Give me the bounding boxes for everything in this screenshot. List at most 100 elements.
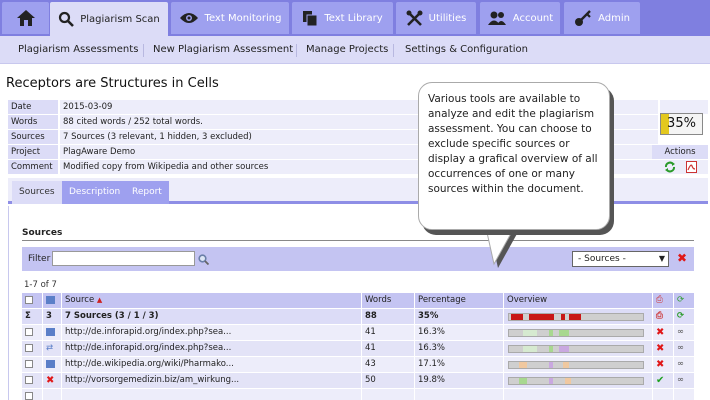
row-overview-cell [504,325,652,340]
row-checkbox[interactable] [25,343,33,352]
bubble-tail [485,228,518,268]
page-title: Receptors are Structures in Cells [6,76,219,91]
subnav-settings[interactable]: Settings & Configuration [397,36,536,64]
link-icon[interactable]: ∞ [677,327,684,337]
source-url[interactable]: http://de.inforapid.org/index.php?sea... [62,325,361,340]
tab-label: Text Library [324,12,383,24]
row-checkbox[interactable] [25,391,33,400]
subnav-new-plagiarism-assessment[interactable]: New Plagiarism Assessment [145,36,301,64]
source-url[interactable]: http://de.wikipedia.org/wiki/Pharmako... [62,357,361,372]
chevron-down-icon: ▼ [658,254,665,263]
tab-description[interactable]: Description [62,181,128,204]
summary-overview-cell [504,309,652,324]
relevant-count: 3 [43,309,61,324]
overview-segment [549,378,553,384]
column-header-overview[interactable]: Overview [504,293,652,308]
source-words: 43 [362,357,414,372]
row-overview-cell [504,389,652,400]
pdf-icon[interactable] [686,161,697,173]
tab-text-monitoring[interactable]: Text Monitoring [171,2,289,34]
table-row[interactable]: ⇄ http://de.inforapid.org/index.php?sea.… [22,341,694,356]
search-icon[interactable] [198,254,209,265]
eye-icon [179,13,198,23]
refresh-icon[interactable]: ⟳ [677,311,684,321]
overview-segment [565,378,571,384]
column-header-words[interactable]: Words [362,293,414,308]
header-pdf-cell: ⎙ [653,293,673,308]
pdf-icon[interactable]: ⎙ [656,311,663,321]
source-percentage: 16.3% [415,325,503,340]
filter-input[interactable] [52,251,195,266]
subnav-manage-projects[interactable]: Manage Projects [298,36,396,64]
tab-home[interactable] [2,2,49,34]
source-percentage: 19.8% [415,373,503,388]
clear-filter-icon[interactable]: ✖ [677,251,687,265]
select-all-checkbox[interactable] [25,295,33,304]
tab-text-library[interactable]: Text Library [292,2,393,34]
source-select-value: - Sources - [578,254,626,264]
home-icon [16,10,35,26]
row-checkbox[interactable] [25,327,33,336]
column-header-percentage[interactable]: Percentage [415,293,503,308]
info-label: Sources [8,130,58,144]
row-exclude-cell: ✖ [653,325,673,340]
exclude-icon[interactable]: ✖ [656,359,664,370]
table-header: Source ▲ Words Percentage Overview ⎙ ⟳ [22,293,694,308]
magnifier-icon [59,11,75,27]
header-select-cell [22,293,42,308]
overview-bar[interactable] [508,313,644,321]
source-words: 41 [362,341,414,356]
row-checkbox[interactable] [25,375,33,384]
row-link-cell [674,389,694,400]
overview-bar[interactable] [508,361,644,369]
row-pdf-cell: ⎙ [653,309,673,324]
source-url[interactable] [62,389,361,400]
include-icon[interactable]: ✔ [656,375,664,386]
column-header-source-label: Source [65,295,95,305]
tab-label: Utilities [428,12,467,24]
link-icon[interactable]: ∞ [677,359,684,369]
row-overview-cell [504,357,652,372]
row-type-cell: ⇄ [43,341,61,356]
exclude-icon[interactable]: ✖ [656,327,664,338]
overview-bar[interactable] [508,329,644,337]
source-url[interactable]: http://vorsorgemedizin.biz/am_wirkung... [62,373,361,388]
table-row[interactable]: http://de.inforapid.org/index.php?sea...… [22,325,694,340]
overview-segment [523,346,537,352]
refresh-icon[interactable] [664,161,676,173]
info-label: Comment [8,160,58,174]
overview-bar[interactable] [508,377,644,385]
exclude-icon[interactable]: ✖ [656,343,664,354]
source-select[interactable]: - Sources - ▼ [572,251,669,267]
row-checkbox[interactable] [25,359,33,368]
refresh-icon[interactable]: ⟳ [677,295,684,305]
tab-sources[interactable]: Sources [12,181,62,204]
column-header-source[interactable]: Source ▲ [62,293,361,308]
table-row[interactable]: http://de.wikipedia.org/wiki/Pharmako...… [22,357,694,372]
link-icon[interactable]: ∞ [677,343,684,353]
table-row[interactable] [22,389,694,400]
sort-asc-icon: ▲ [96,296,103,304]
row-select-cell [22,389,42,400]
source-url[interactable]: http://de.inforapid.org/index.php?sea... [62,341,361,356]
tab-account[interactable]: Account [480,2,560,34]
tab-report[interactable]: Report [125,181,169,204]
row-type-cell [43,325,61,340]
summary-source: 7 Sources (3 / 1 / 3) [62,309,361,324]
tab-admin[interactable]: Admin [564,2,640,34]
link-icon[interactable]: ∞ [677,375,684,385]
plagiarism-score-badge: 35% [660,113,703,135]
tab-label: Admin [598,12,630,24]
key-icon [575,10,591,26]
pdf-icon[interactable]: ⎙ [656,295,663,305]
tab-utilities[interactable]: Utilities [396,2,476,34]
subnav-plagiarism-assessments[interactable]: Plagiarism Assessments [10,36,146,64]
overview-segment [563,362,569,368]
overview-bar[interactable] [508,345,644,353]
actions-cell [652,160,708,174]
tab-plagiarism-scan[interactable]: Plagiarism Scan [50,2,168,36]
table-row[interactable]: ✖ http://vorsorgemedizin.biz/am_wirkung.… [22,373,694,388]
divider [143,44,144,57]
tab-label: Account [512,12,554,24]
tab-label: Plagiarism Scan [80,13,160,25]
